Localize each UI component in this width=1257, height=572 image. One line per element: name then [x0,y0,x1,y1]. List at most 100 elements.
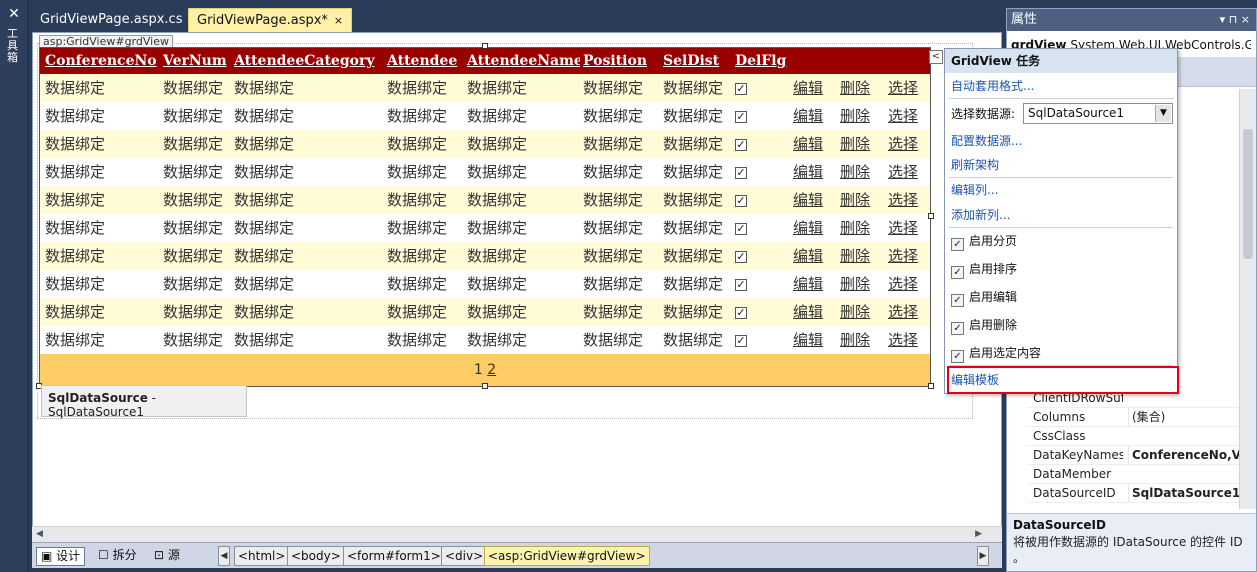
sqldatasource-control[interactable]: SqlDataSource - SqlDataSource1 [41,385,247,419]
delflg-checkbox[interactable]: ✓ [735,250,747,263]
scroll-thumb[interactable] [1243,129,1253,259]
edit-columns-link[interactable]: 编辑列... [951,182,998,198]
enable-selection-checkbox[interactable]: ✓ 启用选定内容 [951,345,1171,363]
source-view-button[interactable]: ⊡ 源 [150,547,184,566]
smart-tag-toggle[interactable]: < [929,50,943,64]
breadcrumb-div[interactable]: <div> [441,546,488,566]
design-surface[interactable]: asp:GridView#grdView ConferenceNo VerNum… [32,32,1002,542]
auto-format-link[interactable]: 自动套用格式... [951,78,1034,94]
choose-datasource-select[interactable]: SqlDataSource1 ▼ [1023,103,1173,124]
edit-link[interactable]: 编辑 [790,158,837,186]
property-row[interactable]: Columns (集合) [1027,408,1239,427]
select-link[interactable]: 选择 [885,102,925,130]
enable-sorting-checkbox[interactable]: ✓ 启用排序 [951,261,1171,279]
chevron-down-icon[interactable]: ▼ [1155,105,1171,122]
delete-link[interactable]: 删除 [837,214,885,242]
delete-link[interactable]: 删除 [837,186,885,214]
delete-link[interactable]: 删除 [837,102,885,130]
delflg-checkbox[interactable]: ✓ [735,194,747,207]
panel-window-controls[interactable]: ▾ ⊓ × [1220,9,1250,31]
delflg-checkbox[interactable]: ✓ [735,278,747,291]
delete-link[interactable]: 删除 [837,298,885,326]
scroll-left-icon[interactable]: ◀ [36,529,43,539]
header-delflg[interactable]: DelFlg [732,48,790,74]
breadcrumb-form[interactable]: <form#form1> [343,546,445,566]
edit-link[interactable]: 编辑 [790,102,837,130]
tab-gridviewpage-aspx[interactable]: GridViewPage.aspx* × [188,8,353,32]
checkbox-icon[interactable]: ✓ [951,294,964,307]
checkbox-icon[interactable]: ✓ [951,350,964,363]
property-row[interactable]: DataMember [1027,465,1239,484]
toolbox-icon[interactable]: ✕ [6,6,22,22]
breadcrumb-prev-icon[interactable]: ◀ [218,546,230,566]
property-value[interactable]: SqlDataSource1 [1128,484,1248,503]
delflg-checkbox[interactable]: ✓ [735,110,747,123]
checkbox-icon[interactable]: ✓ [951,238,964,251]
edit-link[interactable]: 编辑 [790,242,837,270]
select-link[interactable]: 选择 [885,74,925,102]
header-conferenceno[interactable]: ConferenceNo [40,48,161,74]
delflg-checkbox[interactable]: ✓ [735,82,747,95]
designer-horizontal-scrollbar[interactable]: ◀ ▶ [32,526,1002,542]
edit-link[interactable]: 编辑 [790,270,837,298]
enable-deleting-checkbox[interactable]: ✓ 启用删除 [951,317,1171,335]
header-vernum[interactable]: VerNum [161,48,232,74]
breadcrumb-next-icon[interactable]: ▶ [977,546,989,566]
delflg-checkbox[interactable]: ✓ [735,138,747,151]
select-link[interactable]: 选择 [885,186,925,214]
delete-link[interactable]: 删除 [837,74,885,102]
enable-editing-checkbox[interactable]: ✓ 启用编辑 [951,289,1171,307]
delete-link[interactable]: 删除 [837,326,885,354]
property-value[interactable]: ConferenceNo,Ver [1128,446,1248,465]
split-view-button[interactable]: ☐ 拆分 [94,547,141,566]
configure-datasource-link[interactable]: 配置数据源... [951,133,1022,149]
property-value[interactable]: (集合) [1128,408,1248,427]
select-link[interactable]: 选择 [885,214,925,242]
resize-handle-right[interactable] [928,213,934,219]
delete-link[interactable]: 删除 [837,242,885,270]
refresh-schema-link[interactable]: 刷新架构 [951,157,999,173]
delflg-checkbox[interactable]: ✓ [735,334,747,347]
delete-link[interactable]: 删除 [837,270,885,298]
select-link[interactable]: 选择 [885,130,925,158]
scroll-right-icon[interactable]: ▶ [975,529,982,539]
header-attendee[interactable]: Attendee [384,48,464,74]
delflg-checkbox[interactable]: ✓ [735,306,747,319]
header-attendeecategory[interactable]: AttendeeCategory [232,48,384,74]
edit-link[interactable]: 编辑 [790,298,837,326]
select-link[interactable]: 选择 [885,326,925,354]
select-link[interactable]: 选择 [885,242,925,270]
select-link[interactable]: 选择 [885,158,925,186]
property-row[interactable]: DataSourceID SqlDataSource1 [1027,484,1240,503]
delete-link[interactable]: 删除 [837,130,885,158]
header-position[interactable]: Position [580,48,660,74]
select-link[interactable]: 选择 [885,298,925,326]
header-attendeename[interactable]: AttendeeName [464,48,580,74]
gridview-control[interactable]: ConferenceNo VerNum AttendeeCategory Att… [39,47,931,387]
property-row[interactable]: DataKeyNames ConferenceNo,Ver [1027,446,1248,465]
properties-scrollbar[interactable] [1239,89,1256,509]
edit-link[interactable]: 编辑 [790,214,837,242]
toolbox-label[interactable]: 工具箱 [7,28,21,64]
add-column-link[interactable]: 添加新列... [951,207,1010,223]
breadcrumb-gridview[interactable]: <asp:GridView#grdView> [484,546,650,566]
delflg-checkbox[interactable]: ✓ [735,166,747,179]
design-view-button[interactable]: ▣ 设计 [36,547,86,566]
toolbox-strip[interactable]: ✕ 工具箱 [0,0,28,572]
pager-page-2-link[interactable]: 2 [487,362,496,378]
edit-link[interactable]: 编辑 [790,186,837,214]
header-seldist[interactable]: SelDist [660,48,732,74]
breadcrumb-body[interactable]: <body> [287,546,345,566]
edit-link[interactable]: 编辑 [790,326,837,354]
edit-link[interactable]: 编辑 [790,130,837,158]
delete-link[interactable]: 删除 [837,158,885,186]
resize-handle-bottom[interactable] [482,383,488,389]
resize-handle-top[interactable] [482,43,488,49]
checkbox-icon[interactable]: ✓ [951,266,964,279]
enable-paging-checkbox[interactable]: ✓ 启用分页 [951,233,1171,251]
delflg-checkbox[interactable]: ✓ [735,222,747,235]
resize-handle-bottom-right[interactable] [928,383,934,389]
breadcrumb-html[interactable]: <html> [234,546,290,566]
close-tab-icon[interactable]: × [334,14,343,27]
checkbox-icon[interactable]: ✓ [951,322,964,335]
